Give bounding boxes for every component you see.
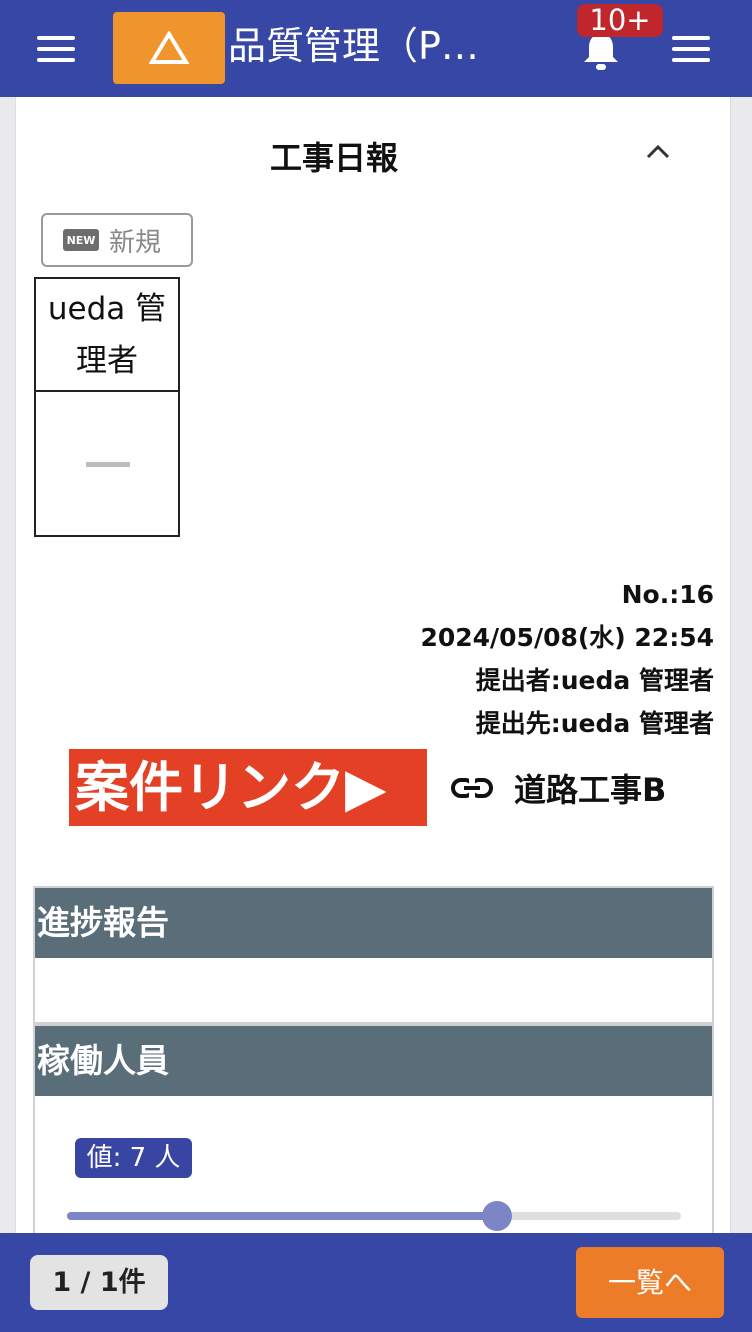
hamburger-menu-icon[interactable]	[672, 36, 710, 62]
report-datetime: 2024/05/08(水) 22:54	[420, 623, 714, 652]
report-number: No.:16	[621, 580, 714, 609]
new-status-button[interactable]: NEW 新規	[41, 213, 193, 267]
approval-stamp-box: ueda 管理者	[34, 277, 180, 537]
report-card: 工事日報 NEW 新規 ueda 管理者 No.:16 2024/05/08(水…	[15, 97, 731, 1233]
workers-section-title: 稼働人員	[35, 1026, 712, 1096]
back-to-list-button[interactable]: 一覧へ	[576, 1247, 724, 1318]
report-title: 工事日報	[269, 139, 398, 177]
report-meta: No.:16 2024/05/08(水) 22:54 提出者:ueda 管理者 …	[420, 573, 714, 745]
bottom-bar: 1 / 1件 一覧へ	[0, 1233, 752, 1332]
progress-section: 進捗報告	[33, 886, 714, 1024]
new-badge-icon: NEW	[63, 229, 99, 251]
workers-value-chip: 値: 7 人	[75, 1138, 192, 1178]
case-link-button[interactable]: 案件リンク▶	[69, 749, 427, 826]
approver-name: ueda 管理者	[36, 279, 178, 392]
new-status-label: 新規	[109, 227, 162, 258]
pager-indicator: 1 / 1件	[30, 1255, 168, 1310]
link-icon	[451, 778, 493, 798]
case-name[interactable]: 道路工事B	[514, 765, 666, 811]
warning-triangle-icon	[149, 31, 189, 64]
top-app-bar: 品質管理（P… 10+	[0, 0, 752, 97]
workers-section: 稼働人員 値: 7 人	[33, 1024, 714, 1233]
chevron-up-icon[interactable]	[646, 143, 670, 159]
notification-badge: 10+	[577, 4, 663, 37]
report-recipient: 提出先:ueda 管理者	[475, 709, 714, 738]
workers-slider[interactable]	[67, 1201, 681, 1231]
app-title: 品質管理（P…	[228, 24, 479, 68]
hamburger-menu-icon[interactable]	[37, 36, 75, 62]
report-submitter: 提出者:ueda 管理者	[475, 666, 714, 695]
unapproved-dash	[86, 462, 130, 467]
progress-section-title: 進捗報告	[35, 888, 712, 958]
slider-fill	[67, 1212, 497, 1220]
warning-button[interactable]	[113, 12, 225, 84]
slider-thumb[interactable]	[481, 1201, 512, 1231]
